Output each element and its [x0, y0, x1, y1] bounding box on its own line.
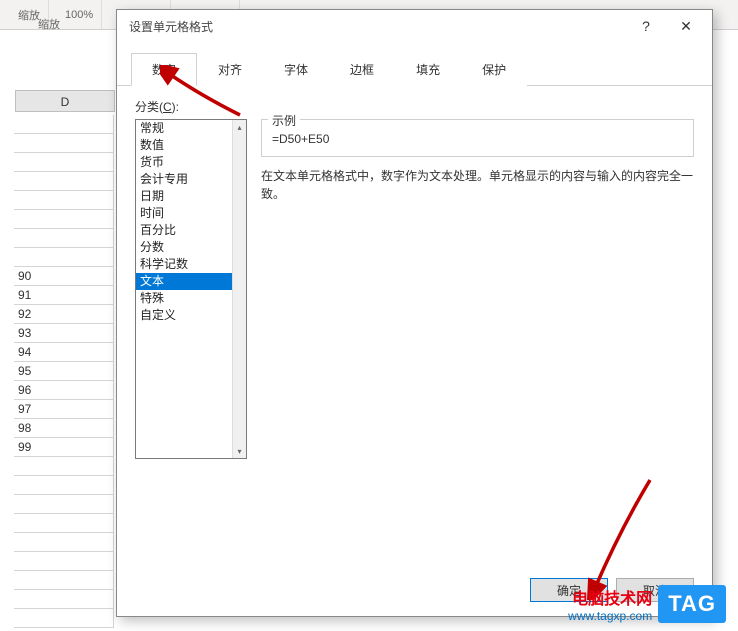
tab-字体[interactable]: 字体 — [263, 53, 329, 86]
watermark-title: 电脑技术网 — [568, 585, 652, 609]
cell[interactable]: 94 — [14, 343, 114, 362]
dialog-title: 设置单元格格式 — [129, 18, 626, 35]
cell[interactable] — [14, 476, 114, 495]
tab-保护[interactable]: 保护 — [461, 53, 527, 86]
example-box: 示例 =D50+E50 — [261, 119, 694, 157]
cell[interactable] — [14, 609, 114, 628]
category-item[interactable]: 日期 — [136, 188, 232, 205]
tab-填充[interactable]: 填充 — [395, 53, 461, 86]
cell[interactable]: 95 — [14, 362, 114, 381]
cell[interactable]: 90 — [14, 267, 114, 286]
cell[interactable] — [14, 495, 114, 514]
cell[interactable] — [14, 172, 114, 191]
category-item[interactable]: 特殊 — [136, 290, 232, 307]
watermark: 电脑技术网 www.tagxp.com TAG — [568, 585, 726, 623]
scroll-down-icon[interactable]: ▾ — [233, 444, 246, 458]
scroll-up-icon[interactable]: ▴ — [233, 120, 246, 134]
cell[interactable] — [14, 533, 114, 552]
category-label: 分类(C): — [135, 98, 694, 115]
category-item[interactable]: 常规 — [136, 120, 232, 137]
titlebar: 设置单元格格式 ? ✕ — [117, 10, 712, 42]
cell[interactable] — [14, 248, 114, 267]
cell[interactable]: 91 — [14, 286, 114, 305]
category-item[interactable]: 百分比 — [136, 222, 232, 239]
tab-边框[interactable]: 边框 — [329, 53, 395, 86]
cell[interactable]: 97 — [14, 400, 114, 419]
cell[interactable]: 92 — [14, 305, 114, 324]
cell[interactable] — [14, 191, 114, 210]
category-item[interactable]: 科学记数 — [136, 256, 232, 273]
scrollbar[interactable]: ▴ ▾ — [232, 120, 246, 458]
category-listbox[interactable]: 常规数值货币会计专用日期时间百分比分数科学记数文本特殊自定义 ▴ ▾ — [135, 119, 247, 459]
cell[interactable]: 99 — [14, 438, 114, 457]
cell[interactable] — [14, 457, 114, 476]
cell[interactable]: 96 — [14, 381, 114, 400]
watermark-url: www.tagxp.com — [568, 609, 652, 623]
category-item[interactable]: 数值 — [136, 137, 232, 154]
example-value: =D50+E50 — [272, 132, 683, 146]
close-button[interactable]: ✕ — [666, 12, 706, 40]
tab-对齐[interactable]: 对齐 — [197, 53, 263, 86]
cell[interactable] — [14, 590, 114, 609]
category-item[interactable]: 自定义 — [136, 307, 232, 324]
format-details: 示例 =D50+E50 在文本单元格格式中，数字作为文本处理。单元格显示的内容与… — [261, 119, 694, 203]
category-item[interactable]: 分数 — [136, 239, 232, 256]
example-legend: 示例 — [268, 112, 300, 129]
cell[interactable] — [14, 115, 114, 134]
format-cells-dialog: 设置单元格格式 ? ✕ 数字对齐字体边框填充保护 分类(C): 常规数值货币会计… — [116, 9, 713, 617]
tab-strip: 数字对齐字体边框填充保护 — [117, 42, 712, 86]
ribbon-item[interactable]: 100% — [57, 0, 102, 29]
category-item[interactable]: 文本 — [136, 273, 232, 290]
spreadsheet: D 90919293949596979899 — [0, 30, 120, 630]
cell[interactable] — [14, 514, 114, 533]
cell[interactable] — [14, 229, 114, 248]
cell[interactable] — [14, 571, 114, 590]
column-header-d[interactable]: D — [15, 90, 115, 112]
format-description: 在文本单元格格式中，数字作为文本处理。单元格显示的内容与输入的内容完全一致。 — [261, 167, 694, 203]
watermark-tag: TAG — [658, 585, 726, 623]
dialog-content: 分类(C): 常规数值货币会计专用日期时间百分比分数科学记数文本特殊自定义 ▴ … — [117, 86, 712, 568]
cell[interactable] — [14, 134, 114, 153]
cell[interactable] — [14, 552, 114, 571]
cell[interactable] — [14, 210, 114, 229]
category-item[interactable]: 货币 — [136, 154, 232, 171]
category-item[interactable]: 时间 — [136, 205, 232, 222]
cell[interactable]: 93 — [14, 324, 114, 343]
help-button[interactable]: ? — [626, 12, 666, 40]
cell[interactable]: 98 — [14, 419, 114, 438]
cell[interactable] — [14, 153, 114, 172]
tab-数字[interactable]: 数字 — [131, 53, 197, 86]
category-item[interactable]: 会计专用 — [136, 171, 232, 188]
